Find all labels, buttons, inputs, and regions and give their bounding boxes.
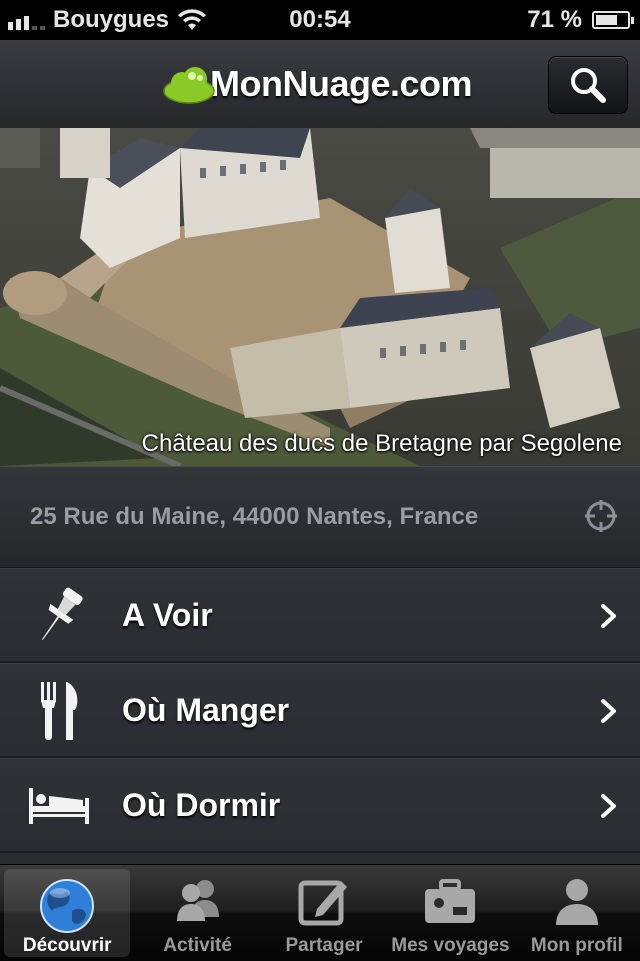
battery-icon [592,11,634,29]
fork-knife-icon [26,678,92,744]
chevron-right-icon [601,699,616,723]
tab-mon-profil[interactable]: Mon profil [514,865,640,961]
user-icon [555,879,598,925]
pushpin-icon [26,583,92,649]
status-bar: Bouygues 00:54 71 % [0,0,640,40]
tab-activite[interactable]: Activité [134,865,260,961]
bed-icon [26,773,92,839]
search-button[interactable] [548,56,628,114]
tab-label: Mon profil [530,935,623,956]
tab-label: Activité [163,935,232,956]
cloud-logo-icon [163,67,215,104]
menu-item-ou-dormir[interactable]: Où Dormir [0,758,640,853]
search-icon [571,68,606,103]
place-photo[interactable]: Château des ducs de Bretagne par Segolen… [0,128,640,466]
tab-label: Mes voyages [391,935,510,956]
battery-area: 71 % [527,6,634,34]
menu-item-label: Où Manger [122,692,290,728]
photo-caption: Château des ducs de Bretagne par Segolen… [141,430,622,457]
tab-label: Découvrir [22,935,112,956]
menu-item-ou-manger[interactable]: Où Manger [0,663,640,758]
logo-text: MonNuage.com [210,63,473,104]
battery-percent: 71 % [527,6,582,33]
menu-item-label: Où Dormir [122,787,281,823]
globe-icon [40,879,95,933]
locate-icon[interactable] [584,499,618,533]
castle-photo [0,128,640,466]
tab-decouvrir[interactable]: Découvrir [4,869,131,957]
category-menu: A Voir Où Manger Où Dormir [0,568,640,853]
tab-partager[interactable]: Partager [261,865,387,961]
tab-bar: Découvrir Activité Partager Mes voyages [0,864,640,961]
logo[interactable]: MonNuage.com [162,54,473,114]
tab-label: Partager [285,935,363,956]
users-icon [176,880,219,921]
compose-icon [298,880,348,926]
chevron-right-icon [601,794,616,818]
chevron-right-icon [601,604,616,628]
address-text: 25 Rue du Maine, 44000 Nantes, France [30,503,479,530]
menu-item-label: A Voir [122,597,213,633]
menu-item-a-voir[interactable]: A Voir [0,568,640,663]
tab-mes-voyages[interactable]: Mes voyages [387,865,513,961]
address-bar: 25 Rue du Maine, 44000 Nantes, France [0,466,640,569]
app-header: MonNuage.com [0,40,640,129]
suitcase-icon [425,879,476,923]
